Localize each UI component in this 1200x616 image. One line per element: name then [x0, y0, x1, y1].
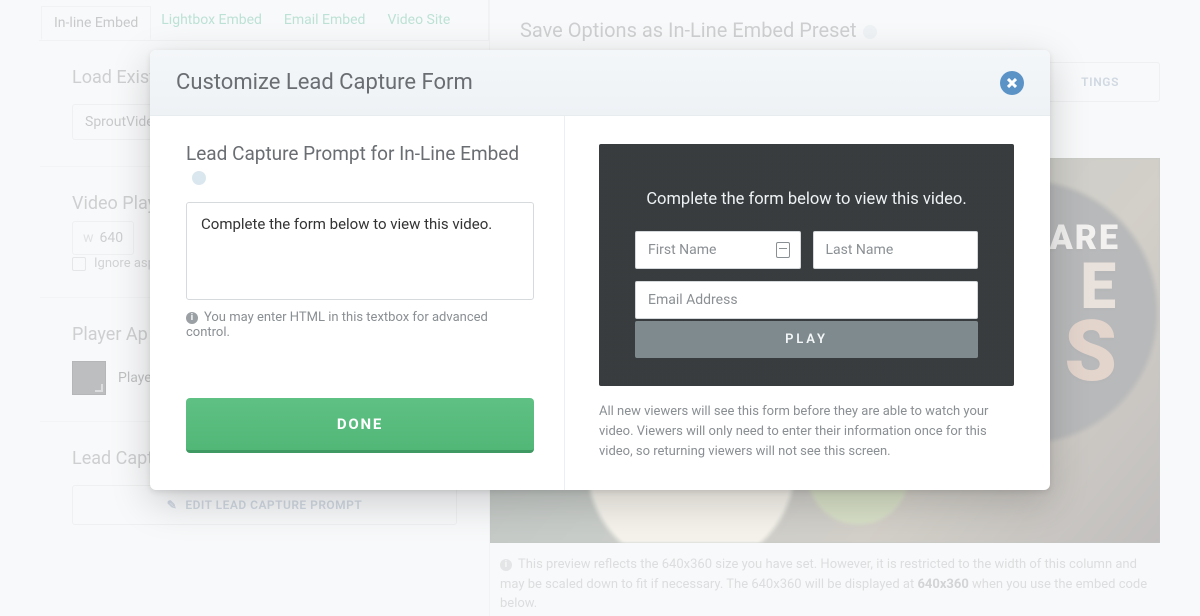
prompt-heading: Lead Capture Prompt for In-Line Embed [186, 142, 534, 188]
close-icon [1007, 78, 1017, 88]
lead-capture-modal: Customize Lead Capture Form Lead Capture… [150, 50, 1050, 490]
last-name-input[interactable]: Last Name [813, 231, 979, 269]
modal-left-pane: Lead Capture Prompt for In-Line Embed iY… [150, 116, 565, 490]
play-button[interactable]: PLAY [635, 321, 978, 358]
email-placeholder: Email Address [648, 292, 738, 308]
prompt-hint: iYou may enter HTML in this textbox for … [186, 310, 534, 340]
last-name-placeholder: Last Name [826, 242, 894, 258]
contact-card-icon [776, 242, 790, 258]
email-input[interactable]: Email Address [635, 281, 978, 319]
form-preview: Complete the form below to view this vid… [599, 144, 1014, 386]
first-name-input[interactable]: First Name [635, 231, 801, 269]
close-button[interactable] [1000, 71, 1024, 95]
prompt-textarea[interactable] [186, 202, 534, 300]
modal-title: Customize Lead Capture Form [176, 70, 473, 95]
form-description: All new viewers will see this form befor… [599, 402, 1014, 462]
form-preview-heading: Complete the form below to view this vid… [635, 190, 978, 209]
done-button[interactable]: DONE [186, 398, 534, 453]
modal-header: Customize Lead Capture Form [150, 50, 1050, 116]
info-icon: i [186, 312, 198, 324]
first-name-placeholder: First Name [648, 242, 716, 258]
help-icon[interactable] [192, 171, 206, 185]
modal-right-pane: Complete the form below to view this vid… [565, 116, 1050, 490]
